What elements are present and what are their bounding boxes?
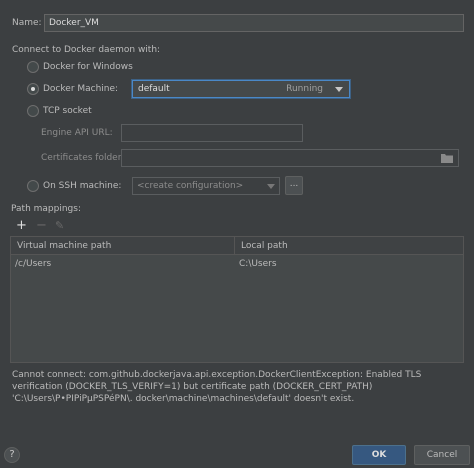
tcp-socket-label[interactable]: TCP socket [43,105,92,117]
name-input[interactable]: Docker_VM [44,14,464,32]
name-label: Name: [12,18,42,28]
help-button[interactable]: ? [4,447,20,463]
docker-machine-label[interactable]: Docker Machine: [43,83,118,95]
ssh-configuration-placeholder: <create configuration> [137,181,244,191]
ssh-browse-button[interactable]: ... [285,176,303,195]
local-path-cell[interactable]: C:\Users [239,256,277,272]
certificates-folder-label: Certificates folder: [41,153,125,163]
docker-for-windows-label[interactable]: Docker for Windows [43,61,133,73]
column-header-local-path[interactable]: Local path [235,237,463,255]
tcp-socket-radio[interactable] [27,105,39,117]
docker-machine-radio[interactable] [27,83,39,95]
ssh-machine-label[interactable]: On SSH machine: [43,180,121,192]
folder-icon[interactable] [441,153,453,163]
vm-path-cell[interactable]: /c/Users [15,256,51,272]
path-mappings-label: Path mappings: [11,204,81,214]
connect-section-label: Connect to Docker daemon with: [12,45,161,55]
path-mappings-table: Virtual machine path Local path /c/Users… [10,236,464,363]
certificates-folder-input[interactable] [121,149,459,167]
cancel-button[interactable]: Cancel [414,445,470,465]
engine-api-url-label: Engine API URL: [41,128,113,138]
ssh-machine-radio[interactable] [27,180,39,192]
column-header-vm-path[interactable]: Virtual machine path [11,237,235,255]
error-message: Cannot connect: com.github.dockerjava.ap… [12,370,422,404]
table-row[interactable]: /c/Users C:\Users [11,255,463,273]
ok-button[interactable]: OK [352,445,406,465]
docker-machine-value: default [138,84,170,94]
remove-icon[interactable]: − [36,219,47,233]
add-icon[interactable]: + [16,219,27,233]
docker-for-windows-radio[interactable] [27,61,39,73]
machine-status: Running [286,84,323,94]
docker-machine-combo[interactable]: default Running [132,80,350,98]
chevron-down-icon [335,87,343,92]
chevron-down-icon [267,184,275,189]
edit-icon[interactable]: ✎ [55,219,64,233]
ssh-configuration-combo[interactable]: <create configuration> [132,177,280,195]
engine-api-url-input[interactable] [121,124,303,142]
